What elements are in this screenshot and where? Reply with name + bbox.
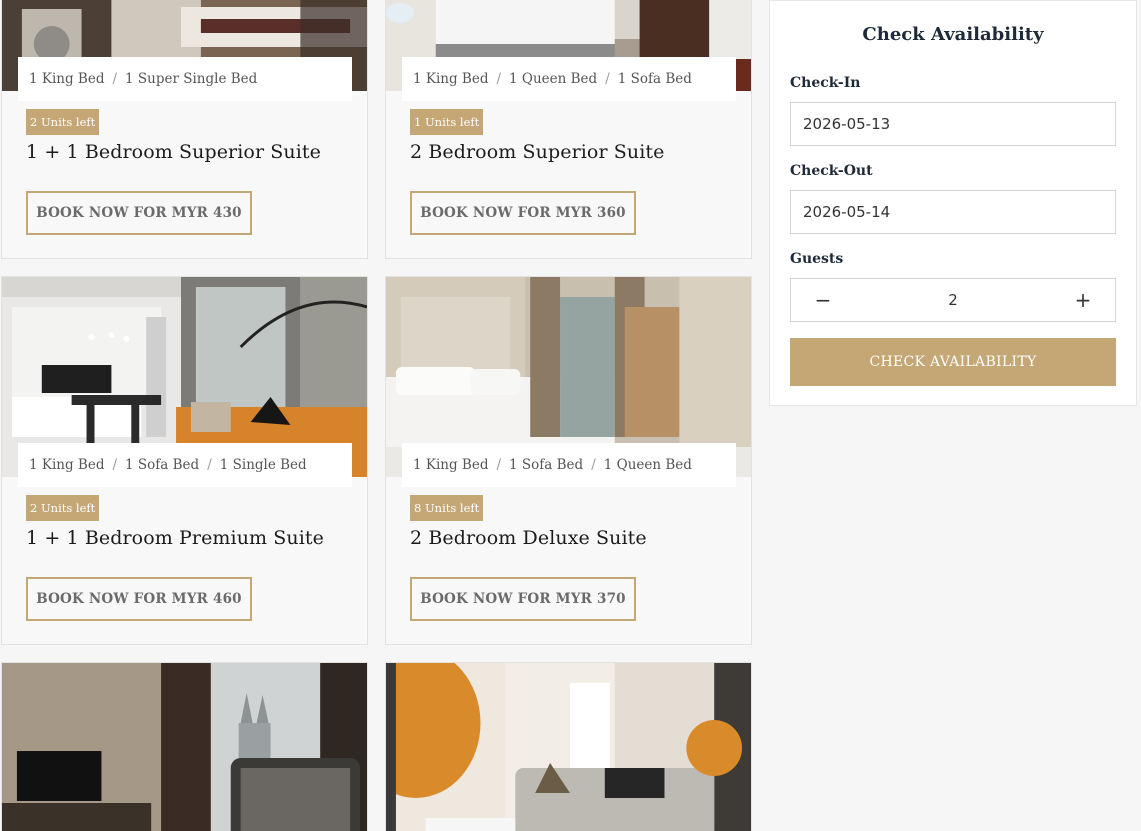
book-now-button[interactable]: BOOK NOW FOR MYR 370 <box>410 577 636 621</box>
room-card: 1 King Bed/1 Queen Bed/1 Sofa Bed 1 Unit… <box>385 0 752 259</box>
check-availability-button[interactable]: CHECK AVAILABILITY <box>790 338 1116 386</box>
units-left-badge: 1 Units left <box>410 109 484 135</box>
checkin-label: Check-In <box>790 75 861 91</box>
bed-types: 1 King Bed/1 Sofa Bed/1 Single Bed <box>18 443 352 487</box>
units-left-badge: 8 Units left <box>410 495 484 521</box>
room-card <box>1 662 368 831</box>
book-now-button[interactable]: BOOK NOW FOR MYR 460 <box>26 577 252 621</box>
room-card <box>385 662 752 831</box>
checkout-label: Check-Out <box>790 163 873 179</box>
room-title: 2 Bedroom Superior Suite <box>410 141 665 163</box>
guests-stepper: − 2 + <box>790 278 1116 322</box>
room-card: 1 King Bed/1 Sofa Bed/1 Single Bed 2 Uni… <box>1 276 368 645</box>
checkout-input[interactable]: 2026-05-14 <box>790 190 1116 234</box>
units-left-badge: 2 Units left <box>26 495 100 521</box>
units-left-badge: 2 Units left <box>26 109 100 135</box>
plus-icon[interactable]: + <box>1051 279 1115 321</box>
room-photo[interactable] <box>386 663 751 831</box>
minus-icon[interactable]: − <box>791 279 855 321</box>
guests-value[interactable]: 2 <box>855 279 1051 321</box>
bed-types: 1 King Bed/1 Queen Bed/1 Sofa Bed <box>402 57 736 101</box>
room-title: 1 + 1 Bedroom Premium Suite <box>26 527 325 549</box>
bed-types: 1 King Bed/1 Sofa Bed/1 Queen Bed <box>402 443 736 487</box>
bed-types: 1 King Bed/1 Super Single Bed <box>18 57 352 101</box>
panel-title: Check Availability <box>862 24 1044 45</box>
book-now-button[interactable]: BOOK NOW FOR MYR 430 <box>26 191 252 235</box>
room-card: 1 King Bed/1 Super Single Bed 2 Units le… <box>1 0 368 259</box>
room-photo[interactable] <box>2 663 367 831</box>
book-now-button[interactable]: BOOK NOW FOR MYR 360 <box>410 191 636 235</box>
room-card: 1 King Bed/1 Sofa Bed/1 Queen Bed 8 Unit… <box>385 276 752 645</box>
checkin-input[interactable]: 2026-05-13 <box>790 102 1116 146</box>
room-title: 2 Bedroom Deluxe Suite <box>410 527 647 549</box>
guests-label: Guests <box>790 251 844 267</box>
availability-panel: Check Availability Check-In 2026-05-13 C… <box>769 0 1137 406</box>
room-title: 1 + 1 Bedroom Superior Suite <box>26 141 321 163</box>
